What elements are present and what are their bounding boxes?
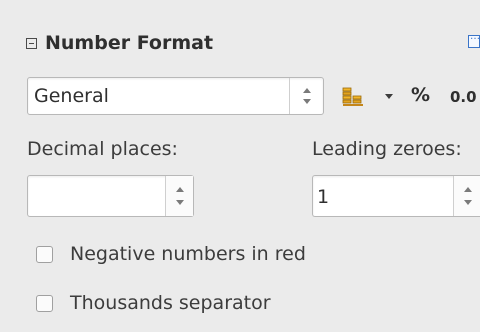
dropdown-arrow-icon[interactable]	[385, 94, 393, 99]
decimal-places-spin-icon[interactable]	[165, 176, 193, 216]
thousands-separator-label: Thousands separator	[70, 292, 271, 314]
currency-coins-icon[interactable]	[341, 84, 365, 108]
leading-zeroes-spinbox[interactable]: 1	[312, 175, 480, 217]
number-format-panel: Number Format General % 0.0 Decimal plac…	[0, 0, 480, 332]
negative-red-option[interactable]: Negative numbers in red	[36, 243, 306, 265]
leading-zeroes-spin-icon[interactable]	[453, 176, 480, 216]
combobox-spin-icon[interactable]	[289, 78, 323, 114]
leading-zeroes-value: 1	[317, 186, 330, 208]
thousands-separator-checkbox[interactable]	[36, 294, 53, 312]
percent-format-button[interactable]: %	[411, 84, 430, 106]
panel-title: Number Format	[45, 32, 214, 54]
format-category-value: General	[34, 85, 109, 107]
decimal-places-label: Decimal places:	[27, 138, 178, 160]
leading-zeroes-label: Leading zeroes:	[312, 138, 462, 160]
thousands-separator-option[interactable]: Thousands separator	[36, 292, 271, 314]
decimal-places-spinbox[interactable]	[27, 175, 194, 217]
negative-red-checkbox[interactable]	[36, 245, 53, 263]
more-options-icon[interactable]	[468, 31, 480, 48]
negative-red-label: Negative numbers in red	[70, 243, 306, 265]
add-decimal-button[interactable]: 0.0	[450, 88, 477, 106]
collapse-minus-icon[interactable]	[26, 37, 37, 49]
format-category-combobox[interactable]: General	[27, 77, 324, 115]
panel-header: Number Format	[26, 28, 213, 58]
